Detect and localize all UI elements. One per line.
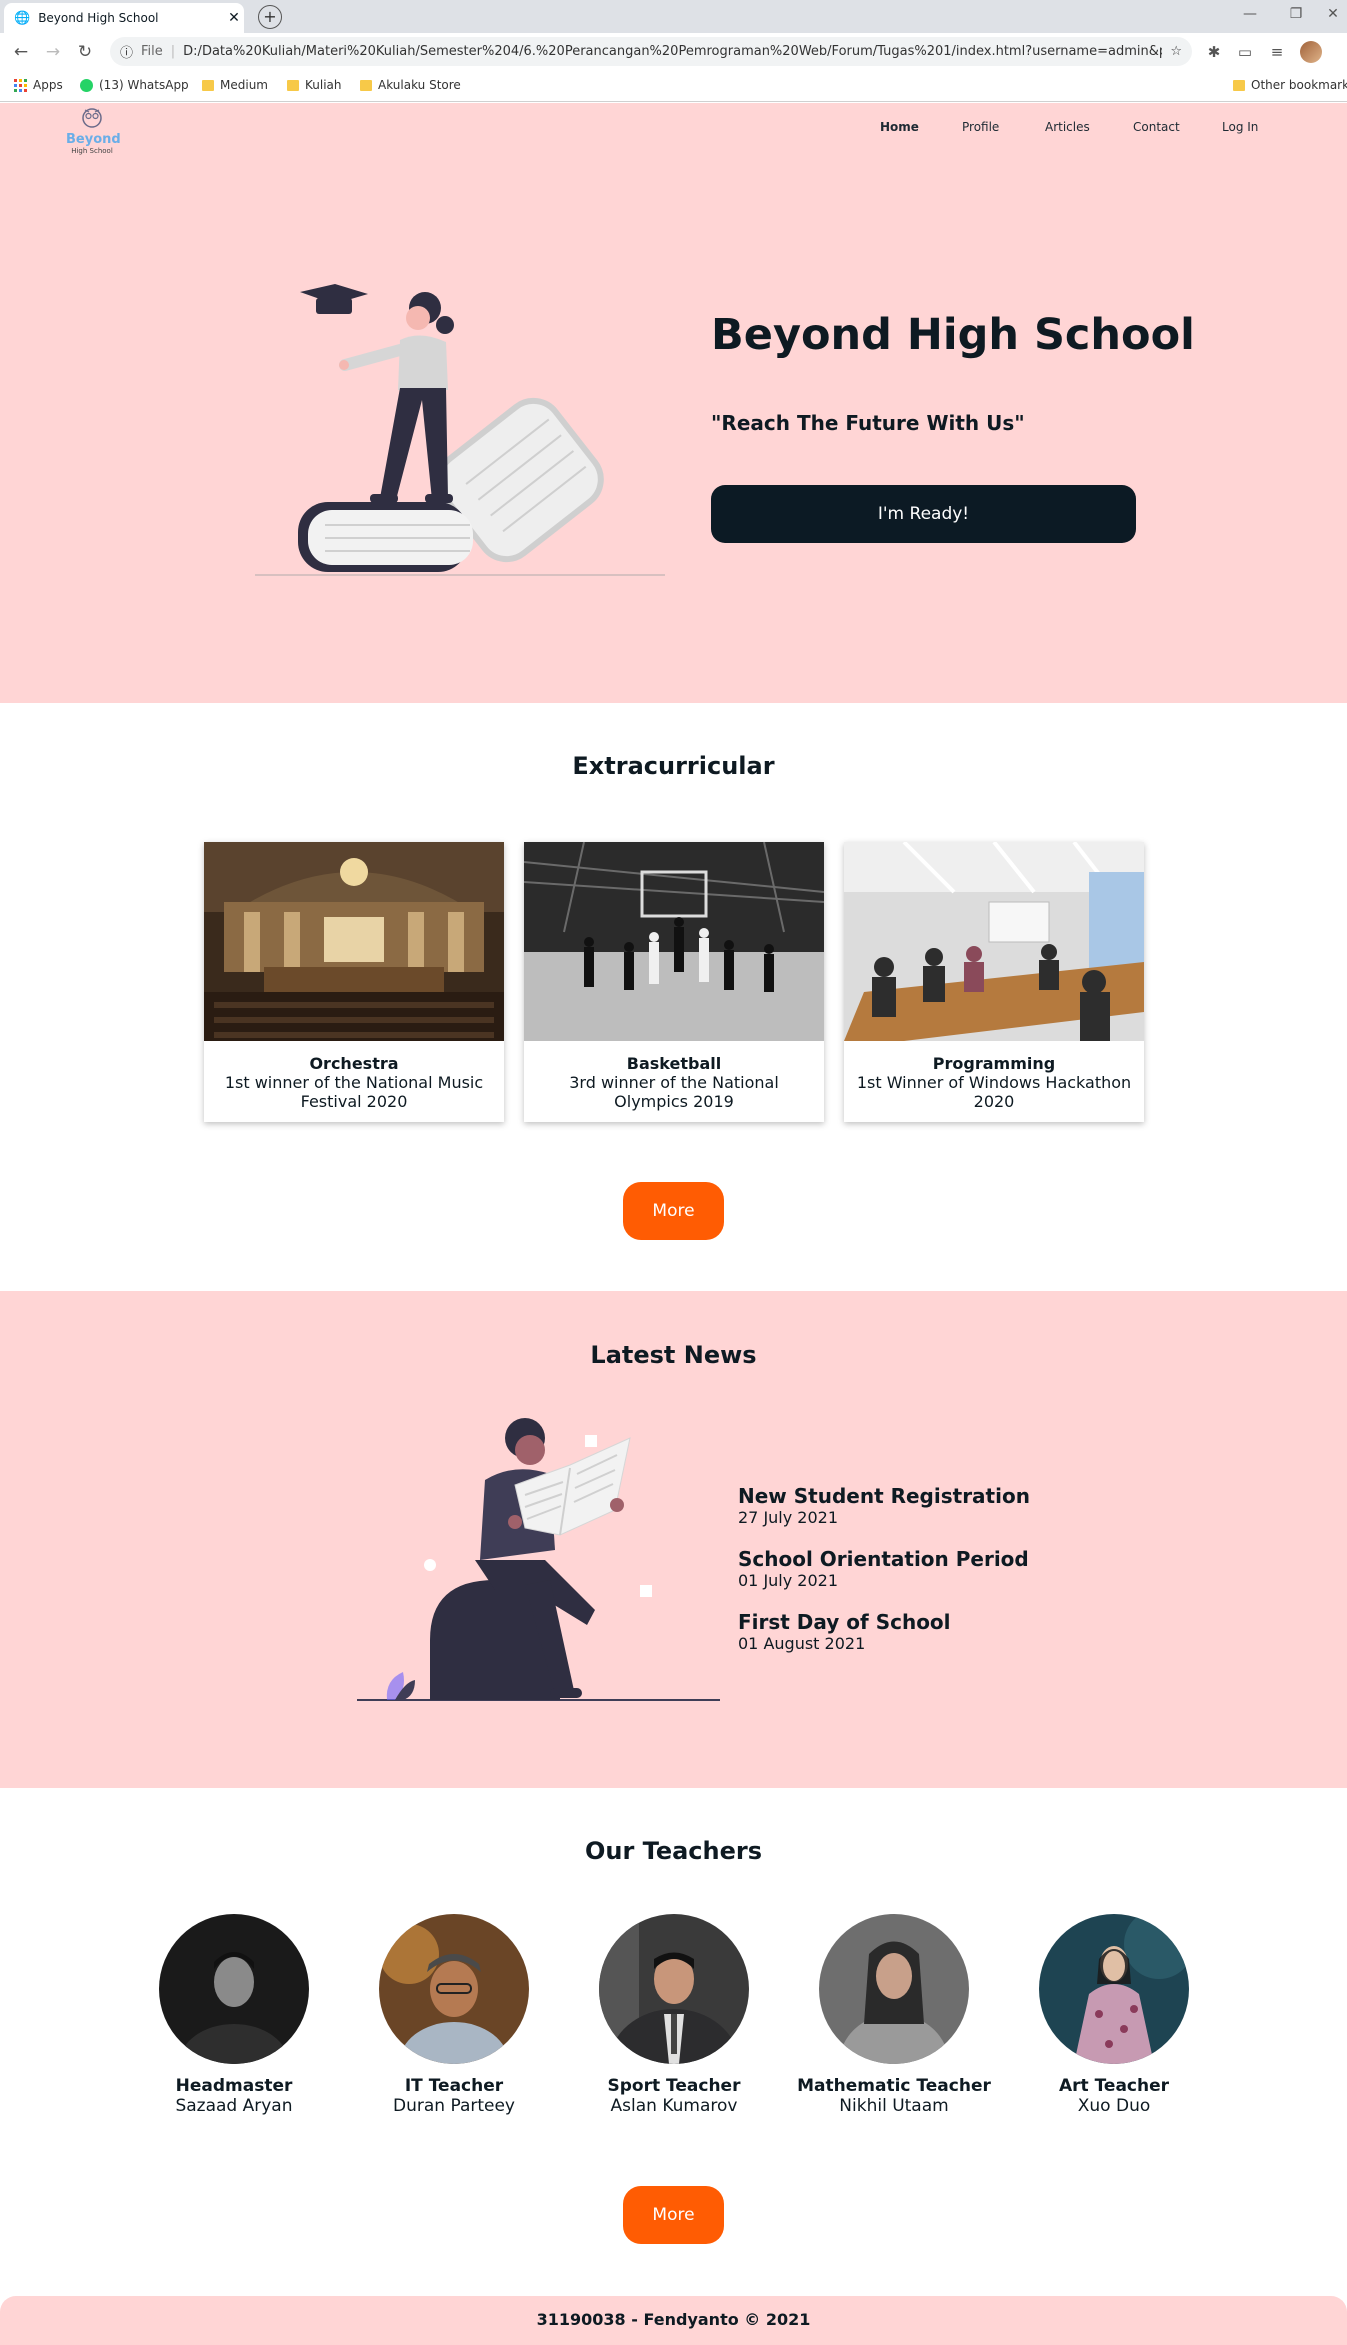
teacher-name: Aslan Kumarov [610, 2096, 738, 2116]
footer: 31190038 - Fendyanto © 2021 [0, 2296, 1347, 2345]
teacher-photo [1039, 1914, 1189, 2064]
teachers-title: Our Teachers [584, 1837, 763, 1865]
browser-tab-strip: 🌐 Beyond High School ✕ + — ❐ ✕ [0, 0, 1347, 33]
news-item[interactable]: School Orientation Period 01 July 2021 [738, 1547, 1029, 1590]
star-icon[interactable]: ☆ [1170, 44, 1182, 59]
teacher-card[interactable]: Mathematic Teacher Nikhil Utaam [784, 1914, 1004, 2116]
teacher-role: Sport Teacher [607, 2076, 741, 2096]
profile-avatar[interactable] [1300, 41, 1322, 63]
nav-contact[interactable]: Contact [1133, 120, 1180, 134]
nav-articles[interactable]: Articles [1045, 120, 1090, 134]
extracurricular-card-programming[interactable]: Programming 1st Winner of Windows Hackat… [844, 842, 1144, 1122]
browser-tab[interactable]: 🌐 Beyond High School ✕ [4, 3, 244, 33]
bookmark-apps[interactable]: Apps [14, 78, 63, 92]
other-bookmarks[interactable]: Other bookmarks [1233, 78, 1347, 92]
reload-icon[interactable]: ↻ [73, 40, 97, 64]
card-title: Programming [932, 1054, 1056, 1073]
nav-profile[interactable]: Profile [962, 120, 999, 134]
teacher-photo [599, 1914, 749, 2064]
news-item-title: First Day of School [738, 1610, 951, 1634]
hero-section [0, 103, 1347, 703]
news-item-date: 01 July 2021 [738, 1571, 839, 1590]
url-scheme: File [141, 44, 163, 59]
url-text[interactable]: D:/Data%20Kuliah/Materi%20Kuliah/Semeste… [183, 44, 1162, 59]
folder-icon [1233, 79, 1245, 91]
window-close-icon[interactable]: ✕ [1310, 0, 1347, 30]
extracurricular-card-basketball[interactable]: Basketball 3rd winner of the National Ol… [524, 842, 824, 1122]
teacher-card[interactable]: Sport Teacher Aslan Kumarov [564, 1914, 784, 2116]
news-item-title: School Orientation Period [738, 1547, 1029, 1571]
news-item[interactable]: New Student Registration 27 July 2021 [738, 1484, 1030, 1527]
logo-subtext: High School [71, 147, 113, 155]
bookmark-whatsapp[interactable]: (13) WhatsApp [80, 78, 189, 92]
apps-grid-icon [14, 78, 27, 92]
news-illustration [357, 1418, 720, 1701]
whatsapp-icon [80, 78, 93, 92]
news-item-date: 27 July 2021 [738, 1508, 839, 1527]
extensions-icon[interactable]: ✱ [1202, 40, 1226, 64]
folder-icon [202, 79, 214, 91]
close-tab-icon[interactable]: ✕ [224, 10, 244, 26]
card-title: Orchestra [309, 1054, 399, 1073]
back-icon[interactable]: ← [9, 40, 33, 64]
minimize-icon[interactable]: — [1227, 0, 1273, 30]
hero-title: Beyond High School [711, 310, 1195, 360]
bookmark-medium[interactable]: Medium [202, 78, 268, 92]
teacher-name: Xuo Duo [1077, 2096, 1151, 2116]
teacher-photo [159, 1914, 309, 2064]
news-title: Latest News [590, 1341, 757, 1369]
teacher-card[interactable]: Art Teacher Xuo Duo [1004, 1914, 1224, 2116]
im-ready-button[interactable]: I'm Ready! [711, 485, 1136, 543]
omnibox[interactable]: ⓘ File | D:/Data%20Kuliah/Materi%20Kulia… [110, 37, 1192, 66]
card-description: 3rd winner of the National Olympics 2019 [569, 1073, 779, 1111]
forward-icon[interactable]: → [41, 40, 65, 64]
teacher-name: Sazaad Aryan [175, 2096, 293, 2116]
folder-icon [287, 79, 299, 91]
info-icon[interactable]: ⓘ [120, 42, 133, 61]
teacher-name: Duran Parteey [393, 2096, 515, 2116]
folder-icon [360, 79, 372, 91]
nav-home[interactable]: Home [880, 120, 919, 134]
hero-subtitle: "Reach The Future With Us" [711, 411, 1025, 435]
teacher-card[interactable]: IT Teacher Duran Parteey [344, 1914, 564, 2116]
extracurricular-card-orchestra[interactable]: Orchestra 1st winner of the National Mus… [204, 842, 504, 1122]
teacher-photo [379, 1914, 529, 2064]
programming-image [844, 842, 1144, 1041]
news-item-date: 01 August 2021 [738, 1634, 866, 1653]
card-title: Basketball [626, 1054, 722, 1073]
new-tab-icon[interactable]: + [258, 5, 282, 29]
news-item[interactable]: First Day of School 01 August 2021 [738, 1610, 951, 1653]
teacher-role: Mathematic Teacher [797, 2076, 991, 2096]
extracurricular-more-button[interactable]: More [623, 1182, 724, 1240]
address-bar-row: ← → ↻ ⓘ File | D:/Data%20Kuliah/Materi%2… [0, 33, 1347, 70]
site-logo[interactable]: Beyond High School [66, 106, 121, 155]
orchestra-image [204, 842, 504, 1041]
teacher-card[interactable]: Headmaster Sazaad Aryan [124, 1914, 344, 2116]
teacher-name: Nikhil Utaam [839, 2096, 949, 2116]
logo-text: Beyond [66, 132, 121, 147]
card-description: 1st winner of the National Music Festiva… [224, 1073, 484, 1111]
teacher-role: Art Teacher [1058, 2076, 1170, 2096]
nav-login[interactable]: Log In [1222, 120, 1258, 134]
tab-title: Beyond High School [38, 11, 159, 25]
media-icon[interactable]: ≡ [1265, 40, 1289, 64]
bookmark-akulaku[interactable]: Akulaku Store [360, 78, 461, 92]
teacher-photo [819, 1914, 969, 2064]
teacher-role: Headmaster [175, 2076, 293, 2096]
globe-icon: 🌐 [14, 10, 31, 26]
footer-text: 31190038 - Fendyanto © 2021 [536, 2310, 811, 2329]
news-item-title: New Student Registration [738, 1484, 1030, 1508]
bookmark-kuliah[interactable]: Kuliah [287, 78, 342, 92]
basketball-image [524, 842, 824, 1041]
teacher-role: IT Teacher [404, 2076, 504, 2096]
bookmarks-bar: Apps (13) WhatsApp Medium Kuliah Akulaku… [0, 70, 1347, 102]
hero-illustration [255, 284, 665, 576]
card-description: 1st Winner of Windows Hackathon 2020 [856, 1073, 1132, 1111]
extracurricular-title: Extracurricular [572, 752, 775, 780]
teachers-more-button[interactable]: More [623, 2186, 724, 2244]
cast-icon[interactable]: ▭ [1233, 40, 1257, 64]
owl-icon [82, 108, 102, 128]
